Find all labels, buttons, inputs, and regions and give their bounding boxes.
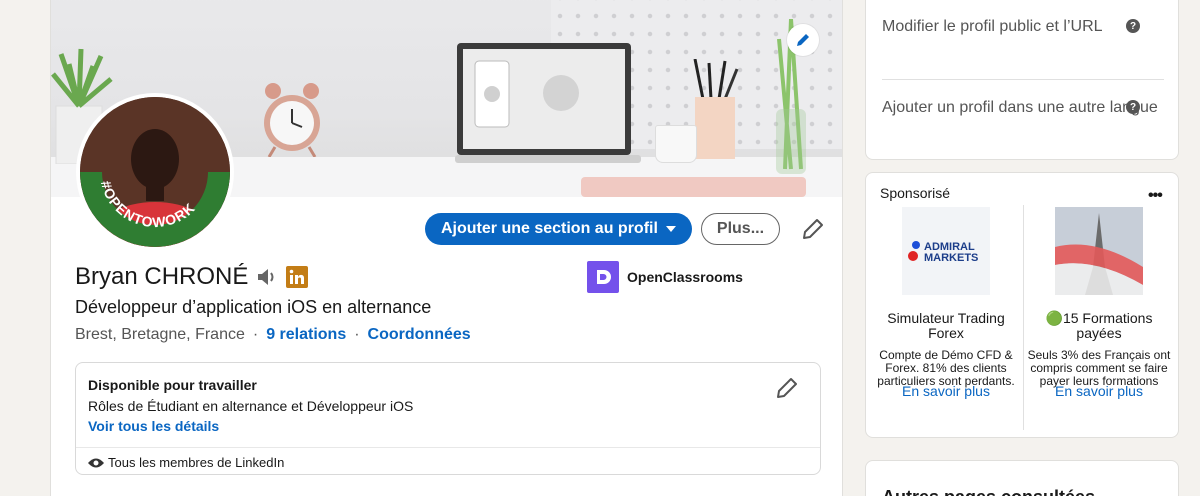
profile-name: Bryan CHRONÉ xyxy=(75,263,249,290)
eiffel-tower-image xyxy=(1055,207,1143,295)
edit-public-profile-link[interactable]: Modifier le profil public et l’URL xyxy=(882,15,1162,39)
caret-down-icon xyxy=(665,226,676,232)
banner-book xyxy=(581,177,806,197)
ad-title: Simulateur Trading Forex xyxy=(887,310,1005,341)
relations-link[interactable]: 9 relations xyxy=(266,326,346,344)
eye-icon xyxy=(88,458,104,467)
otw-visibility-label: Tous les membres de LinkedIn xyxy=(108,455,285,470)
ad-item[interactable]: ADMIRAL MARKETS Simulateur Trading Forex… xyxy=(871,207,1021,388)
divider xyxy=(882,79,1164,80)
sponsored-title: Sponsorisé xyxy=(880,185,951,201)
linkedin-premium-icon xyxy=(286,266,309,288)
more-options-icon[interactable]: ••• xyxy=(1148,187,1163,205)
openclassrooms-logo-icon xyxy=(587,261,619,293)
open-to-work-card: Disponible pour travailler Rôles de Étud… xyxy=(75,362,821,475)
edit-intro-button[interactable] xyxy=(797,213,829,245)
add-section-label: Ajouter une section au profil xyxy=(441,220,658,237)
speaker-icon[interactable] xyxy=(256,267,278,287)
company-name: OpenClassrooms xyxy=(627,269,743,285)
svg-text:MARKETS: MARKETS xyxy=(924,252,978,264)
otw-description: Rôles de Étudiant en alternance et Dével… xyxy=(88,398,414,414)
profile-settings-card: Modifier le profil public et l’URL ? Ajo… xyxy=(865,0,1179,160)
profile-name-row: Bryan CHRONÉ xyxy=(75,263,309,291)
profile-actions: Ajouter une section au profil Plus... xyxy=(425,213,829,245)
help-icon[interactable]: ? xyxy=(1126,19,1140,33)
otw-title: Disponible pour travailler xyxy=(88,377,257,393)
profile-avatar[interactable]: #OPENTOWORK xyxy=(76,93,234,251)
banner-clock xyxy=(264,83,320,157)
ad-title: 🟢15 Formations payées xyxy=(1045,310,1153,341)
other-pages-title: Autres pages consultées xyxy=(882,487,1095,496)
add-language-profile-link[interactable]: Ajouter un profil dans une autre langue xyxy=(882,96,1162,120)
help-icon[interactable]: ? xyxy=(1126,100,1140,114)
ad-item[interactable]: 🟢15 Formations payées Seuls 3% des Franç… xyxy=(1024,207,1174,388)
pencil-icon xyxy=(803,219,824,239)
avatar-photo: #OPENTOWORK xyxy=(80,97,230,247)
company-link[interactable]: OpenClassrooms xyxy=(587,261,743,293)
ad-learn-more-link[interactable]: En savoir plus xyxy=(1024,383,1174,399)
divider xyxy=(76,447,820,448)
separator-dot: · xyxy=(252,326,259,343)
pencil-icon xyxy=(777,378,797,398)
edit-otw-button[interactable] xyxy=(776,377,800,401)
pencil-icon xyxy=(797,34,809,46)
admiral-markets-logo: ADMIRAL MARKETS xyxy=(902,207,990,295)
otw-visibility: Tous les membres de LinkedIn xyxy=(88,455,284,470)
more-button[interactable]: Plus... xyxy=(700,213,781,245)
sponsored-card: Sponsorisé ••• ADMIRAL MARKETS Simulateu… xyxy=(865,172,1179,438)
banner-mug xyxy=(655,125,697,163)
ad-learn-more-link[interactable]: En savoir plus xyxy=(871,383,1021,399)
profile-headline: Développeur d’application iOS en alterna… xyxy=(75,297,432,317)
otw-details-link[interactable]: Voir tous les détails xyxy=(88,418,219,434)
profile-card: #OPENTOWORK Ajouter une section au profi… xyxy=(50,0,843,496)
other-pages-card: Autres pages consultées xyxy=(865,460,1179,496)
edit-banner-button[interactable] xyxy=(787,24,819,56)
separator-dot: · xyxy=(354,326,360,343)
profile-location: Brest, Bretagne, France xyxy=(75,326,245,343)
banner-laptop xyxy=(455,43,641,163)
contact-info-link[interactable]: Coordonnées xyxy=(368,326,471,344)
add-section-button[interactable]: Ajouter une section au profil xyxy=(425,213,692,245)
profile-location-row: Brest, Bretagne, France · 9 relations · … xyxy=(75,326,471,344)
